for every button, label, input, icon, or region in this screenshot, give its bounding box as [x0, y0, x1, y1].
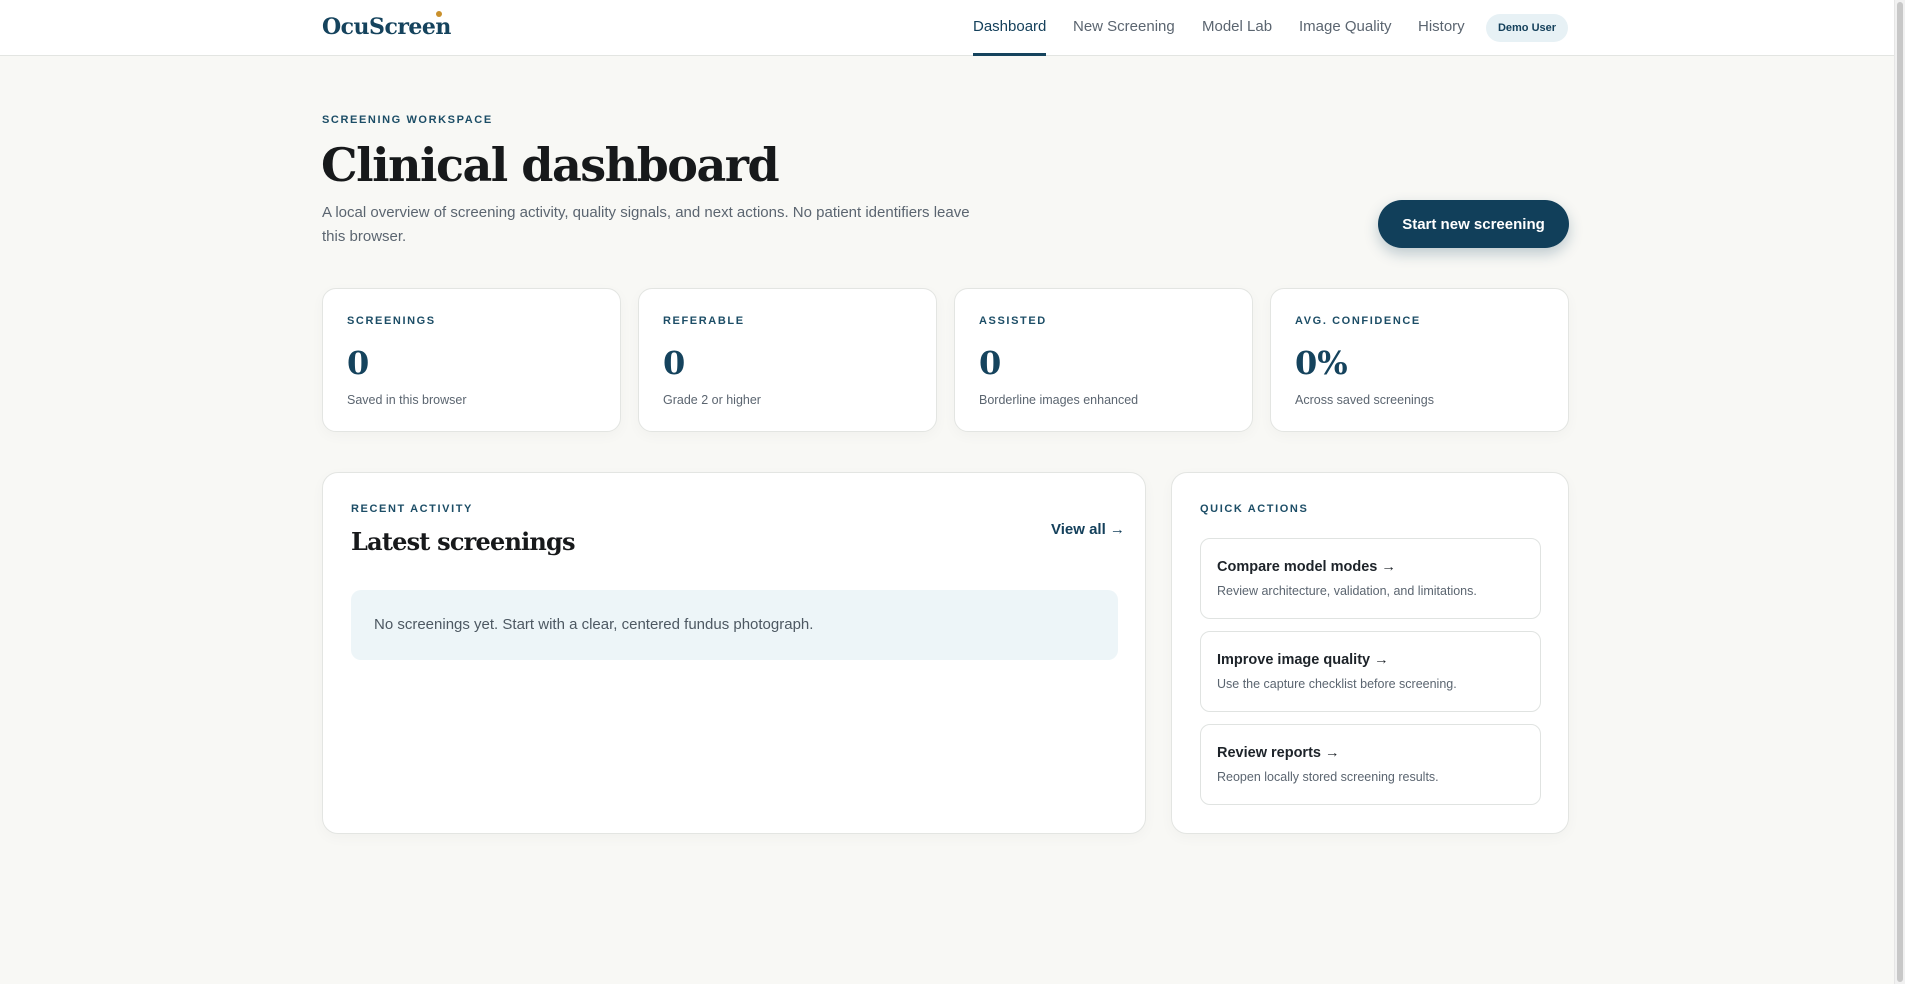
stat-value: 0	[663, 344, 686, 382]
user-menu-button[interactable]: Demo User	[1486, 14, 1568, 42]
action-description: Use the capture checklist before screeni…	[1217, 677, 1457, 691]
latest-screenings-title: Latest screenings	[351, 527, 576, 556]
top-navigation: OcuScreen Dashboard New Screening Model …	[0, 0, 1894, 56]
page-title: Clinical dashboard	[321, 138, 780, 192]
action-review-reports[interactable]: Review reports → Reopen locally stored s…	[1200, 724, 1541, 805]
stat-card-referable: REFERABLE 0 Grade 2 or higher	[638, 288, 937, 432]
action-improve-image-quality[interactable]: Improve image quality → Use the capture …	[1200, 631, 1541, 712]
page-description: A local overview of screening activity, …	[322, 204, 970, 245]
nav-new-screening[interactable]: New Screening	[1073, 18, 1175, 35]
nav-model-lab[interactable]: Model Lab	[1202, 18, 1272, 35]
stat-subtext: Across saved screenings	[1295, 393, 1434, 407]
stat-card-avg-confidence: AVG. CONFIDENCE 0% Across saved screenin…	[1270, 288, 1569, 432]
nav-active-indicator	[973, 53, 1046, 56]
start-new-screening-button[interactable]: Start new screening	[1378, 200, 1569, 248]
action-title: Improve image quality →	[1217, 652, 1389, 668]
nav-image-quality[interactable]: Image Quality	[1299, 18, 1392, 35]
stat-card-screenings: SCREENINGS 0 Saved in this browser	[322, 288, 621, 432]
workspace-eyebrow: SCREENING WORKSPACE	[322, 114, 493, 126]
quick-actions-eyebrow: QUICK ACTIONS	[1200, 503, 1309, 515]
nav-dashboard[interactable]: Dashboard	[973, 18, 1046, 35]
action-description: Review architecture, validation, and lim…	[1217, 584, 1477, 598]
action-compare-model-modes[interactable]: Compare model modes → Review architectur…	[1200, 538, 1541, 619]
brand-logo[interactable]: OcuScreen	[322, 14, 451, 40]
stat-value: 0	[347, 344, 370, 382]
stat-label: ASSISTED	[979, 315, 1047, 327]
stat-label: SCREENINGS	[347, 315, 436, 327]
page-scrollbar[interactable]	[1894, 0, 1905, 984]
nav-history[interactable]: History	[1418, 18, 1465, 35]
stat-subtext: Grade 2 or higher	[663, 393, 761, 407]
stat-subtext: Borderline images enhanced	[979, 393, 1139, 407]
scrollbar-thumb[interactable]	[1897, 2, 1903, 982]
recent-activity-eyebrow: RECENT ACTIVITY	[351, 503, 473, 515]
action-title: Compare model modes →	[1217, 559, 1396, 575]
stat-value: 0	[979, 344, 1002, 382]
stat-label: REFERABLE	[663, 315, 745, 327]
stat-label: AVG. CONFIDENCE	[1295, 315, 1421, 327]
stat-value: 0%	[1295, 344, 1348, 382]
brand-accent-dot	[436, 11, 442, 17]
stat-subtext: Saved in this browser	[347, 393, 467, 407]
empty-state-message: No screenings yet. Start with a clear, c…	[351, 590, 1118, 660]
action-description: Reopen locally stored screening results.	[1217, 770, 1439, 784]
stat-card-assisted: ASSISTED 0 Borderline images enhanced	[954, 288, 1253, 432]
recent-activity-panel: RECENT ACTIVITY Latest screenings View a…	[322, 472, 1146, 834]
action-title: Review reports →	[1217, 745, 1340, 761]
view-all-link[interactable]: View all →	[1051, 521, 1125, 538]
quick-actions-panel: QUICK ACTIONS Compare model modes → Revi…	[1171, 472, 1569, 834]
